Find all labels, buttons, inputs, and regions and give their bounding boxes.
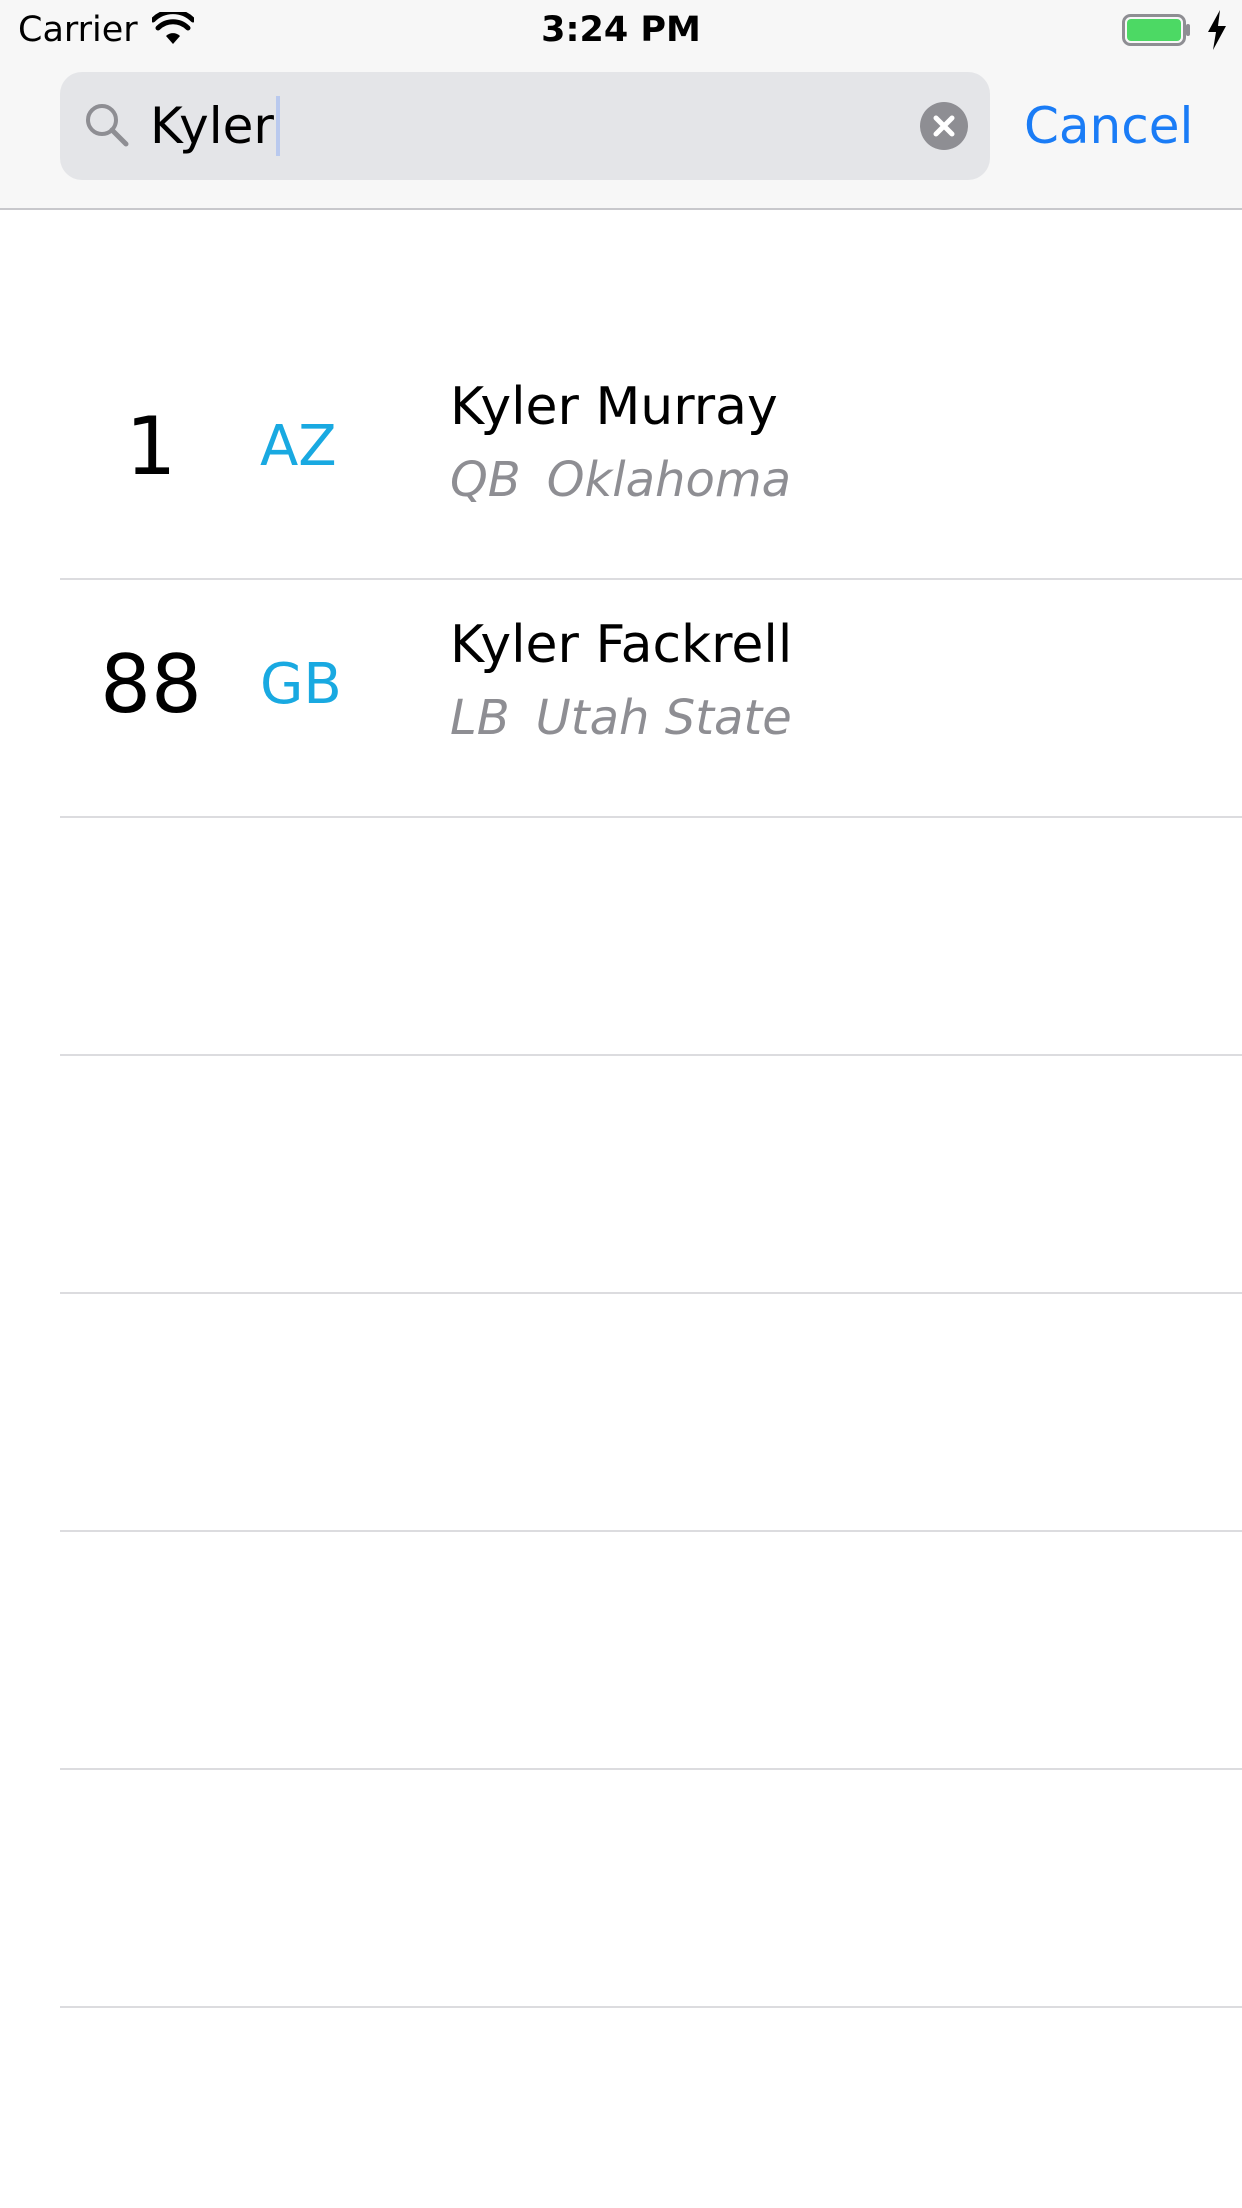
search-field[interactable]: Kyler (60, 72, 990, 180)
status-time: 3:24 PM (541, 10, 701, 50)
team-code: GB (260, 652, 342, 717)
search-input-value: Kyler (150, 97, 274, 155)
player-position: QB (450, 452, 521, 508)
results-list: 1 AZ Kyler Murray QB Oklahoma 88 GB Kyler… (0, 342, 1242, 2008)
charging-bolt-icon (1208, 10, 1226, 50)
player-school: Oklahoma (546, 452, 792, 508)
player-details: QB Oklahoma (450, 448, 791, 512)
result-row-kyler-murray[interactable]: 1 AZ Kyler Murray QB Oklahoma (60, 342, 1242, 580)
clear-search-icon[interactable] (920, 102, 968, 150)
screen: Carrier 3:24 PM Kyler Cancel 1 AZ Kyler … (0, 0, 1242, 2208)
search-icon (86, 104, 129, 147)
result-row-kyler-fackrell[interactable]: 88 GB Kyler Fackrell LB Utah State (60, 580, 1242, 818)
empty-row (60, 1532, 1242, 1770)
search-header: Carrier 3:24 PM Kyler Cancel (0, 0, 1242, 210)
jersey-number: 88 (100, 638, 202, 731)
jersey-number: 1 (125, 400, 177, 493)
team-code: AZ (260, 414, 337, 479)
search-input[interactable]: Kyler (150, 90, 280, 162)
empty-row (60, 1056, 1242, 1294)
cancel-button[interactable]: Cancel (1024, 90, 1193, 162)
empty-row (60, 1770, 1242, 2008)
text-caret (275, 96, 280, 156)
empty-row (60, 818, 1242, 1056)
player-details: LB Utah State (450, 686, 792, 750)
player-school: Utah State (535, 690, 792, 746)
player-name: Kyler Murray (450, 377, 778, 437)
player-position: LB (450, 690, 510, 746)
player-name: Kyler Fackrell (450, 615, 793, 675)
battery-icon (1122, 14, 1190, 46)
empty-row (60, 1294, 1242, 1532)
